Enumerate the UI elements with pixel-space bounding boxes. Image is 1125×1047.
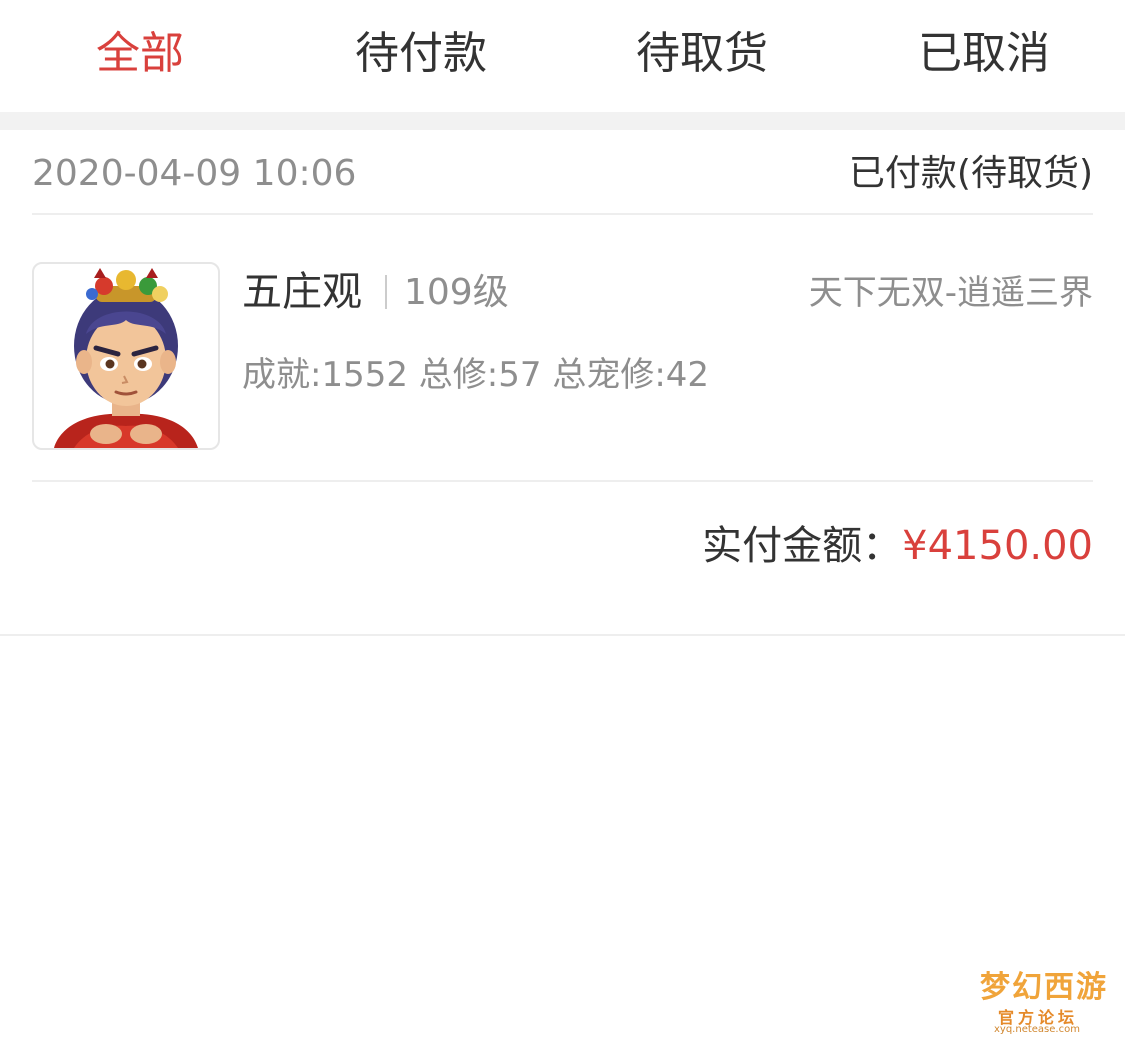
section-gap	[0, 112, 1125, 130]
tab-cancelled[interactable]: 已取消	[874, 22, 1094, 86]
card-bottom-border	[0, 634, 1125, 636]
total-label: 实付金额：	[702, 523, 903, 569]
order-card[interactable]: 2020-04-09 10:06 已付款(待取货) 五庄观 109级 天下无双-…	[0, 130, 1125, 635]
character-level: 109级	[404, 272, 509, 313]
character-avatar-icon[interactable]	[32, 262, 220, 450]
order-status: 已付款(待取货)	[848, 153, 1093, 194]
total-amount: ¥4150.00	[902, 523, 1093, 569]
divider	[32, 213, 1093, 215]
divider	[32, 480, 1093, 482]
character-stats: 成就:1552 总修:57 总宠修:42	[242, 355, 710, 395]
watermark-title: 梦幻西游	[980, 970, 1108, 1005]
forum-watermark: 梦幻西游 官方论坛 xyq.netease.com	[974, 962, 1116, 1036]
order-total: 实付金额：¥4150.00	[702, 520, 1093, 580]
tab-pending-pickup[interactable]: 待取货	[592, 22, 812, 86]
character-school: 五庄观	[242, 269, 362, 315]
name-level-separator	[385, 275, 387, 309]
tab-all[interactable]: 全部	[30, 22, 250, 86]
order-date: 2020-04-09 10:06	[32, 153, 357, 194]
server-name: 天下无双-逍遥三界	[808, 273, 1093, 313]
watermark-url: xyq.netease.com	[994, 1024, 1080, 1035]
tab-pending-payment[interactable]: 待付款	[311, 22, 531, 86]
order-tabs: 全部 待付款 待取货 已取消	[0, 0, 1125, 112]
